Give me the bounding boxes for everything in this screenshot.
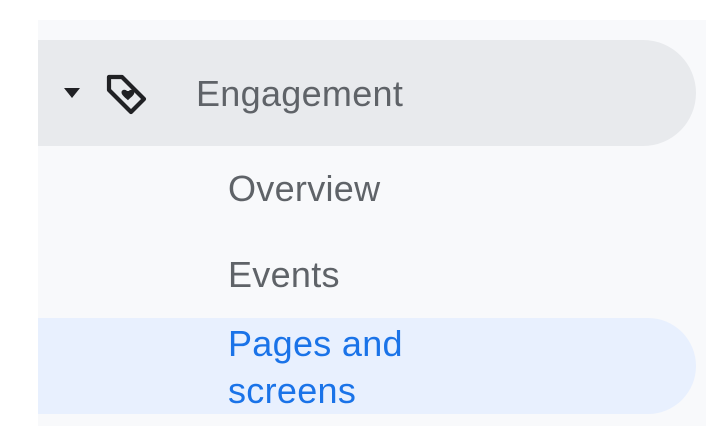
nav-item-label: Events bbox=[228, 254, 340, 295]
side-nav-panel: Engagement Overview Events Pages and scr… bbox=[38, 20, 706, 426]
nav-group-label: Engagement bbox=[196, 73, 404, 114]
tag-heart-icon bbox=[106, 74, 147, 115]
page: Engagement Overview Events Pages and scr… bbox=[0, 0, 706, 426]
caret-down-icon[interactable] bbox=[62, 87, 82, 99]
nav-item-pages-and-screens[interactable]: Pages and screens bbox=[38, 318, 696, 414]
nav-item-label: Pages and screens bbox=[228, 323, 403, 411]
nav-item-label: Overview bbox=[228, 168, 381, 209]
nav-item-events[interactable]: Events bbox=[38, 248, 696, 308]
nav-group-engagement[interactable]: Engagement bbox=[38, 40, 696, 146]
nav-item-overview[interactable]: Overview bbox=[38, 160, 696, 220]
